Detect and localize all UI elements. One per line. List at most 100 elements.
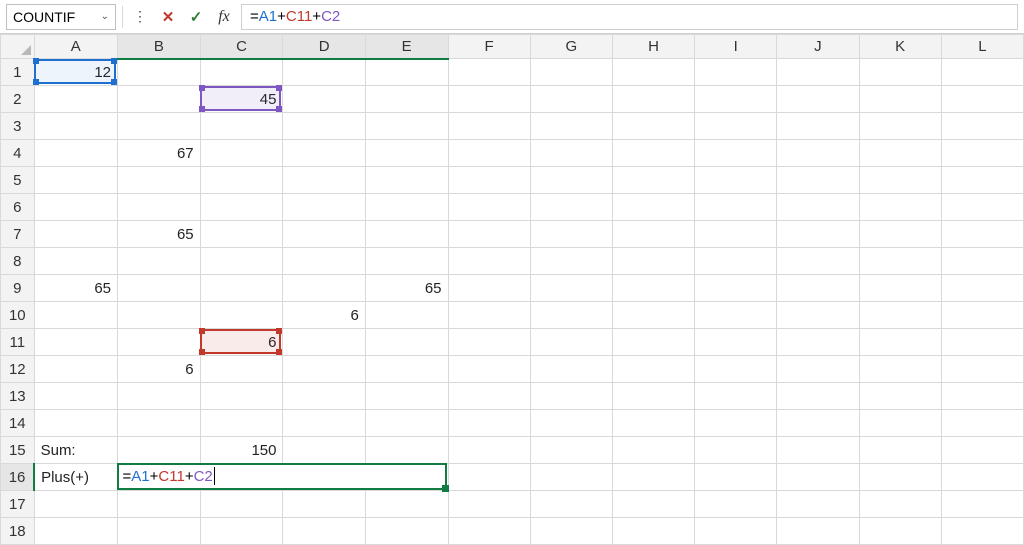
- cell-E10[interactable]: [365, 302, 448, 329]
- editing-cell[interactable]: =A1+C11+C2: [117, 463, 447, 490]
- row-header-2[interactable]: 2: [1, 86, 35, 113]
- cell-D12[interactable]: [283, 356, 365, 383]
- col-header-I[interactable]: I: [695, 35, 777, 59]
- name-box[interactable]: COUNTIF ⌄: [6, 4, 116, 30]
- cell-A1[interactable]: 12: [34, 59, 117, 86]
- row-header-11[interactable]: 11: [1, 329, 35, 356]
- cell-K13[interactable]: [859, 383, 941, 410]
- cell-G5[interactable]: [530, 167, 612, 194]
- cell-L13[interactable]: [941, 383, 1023, 410]
- cell-I11[interactable]: [695, 329, 777, 356]
- cell-A9[interactable]: 65: [34, 275, 117, 302]
- row-header-5[interactable]: 5: [1, 167, 35, 194]
- cell-D18[interactable]: [283, 518, 365, 545]
- cell-G3[interactable]: [530, 113, 612, 140]
- cell-G14[interactable]: [530, 410, 612, 437]
- cell-I8[interactable]: [695, 248, 777, 275]
- cell-D17[interactable]: [283, 491, 365, 518]
- cell-E8[interactable]: [365, 248, 448, 275]
- cell-D6[interactable]: [283, 194, 365, 221]
- cell-G16[interactable]: [530, 464, 612, 491]
- cell-H10[interactable]: [612, 302, 694, 329]
- cell-B6[interactable]: [118, 194, 201, 221]
- cell-J7[interactable]: [777, 221, 859, 248]
- cell-E15[interactable]: [365, 437, 448, 464]
- cell-G6[interactable]: [530, 194, 612, 221]
- cell-L9[interactable]: [941, 275, 1023, 302]
- cell-A17[interactable]: [34, 491, 117, 518]
- col-header-H[interactable]: H: [612, 35, 694, 59]
- cell-H12[interactable]: [612, 356, 694, 383]
- col-header-D[interactable]: D: [283, 35, 365, 59]
- cell-G12[interactable]: [530, 356, 612, 383]
- cell-A4[interactable]: [34, 140, 117, 167]
- cell-L12[interactable]: [941, 356, 1023, 383]
- more-icon[interactable]: ⋮: [129, 6, 151, 28]
- cell-I5[interactable]: [695, 167, 777, 194]
- col-header-G[interactable]: G: [530, 35, 612, 59]
- cell-F15[interactable]: [448, 437, 530, 464]
- cell-H2[interactable]: [612, 86, 694, 113]
- cell-A10[interactable]: [34, 302, 117, 329]
- cell-B5[interactable]: [118, 167, 201, 194]
- cell-J18[interactable]: [777, 518, 859, 545]
- cell-D1[interactable]: [283, 59, 365, 86]
- cell-F6[interactable]: [448, 194, 530, 221]
- cell-F14[interactable]: [448, 410, 530, 437]
- cell-C10[interactable]: [200, 302, 283, 329]
- cell-H11[interactable]: [612, 329, 694, 356]
- col-header-F[interactable]: F: [448, 35, 530, 59]
- cell-J10[interactable]: [777, 302, 859, 329]
- cell-C17[interactable]: [200, 491, 283, 518]
- cell-I13[interactable]: [695, 383, 777, 410]
- cell-I4[interactable]: [695, 140, 777, 167]
- cell-F10[interactable]: [448, 302, 530, 329]
- cell-B17[interactable]: [118, 491, 201, 518]
- row-header-17[interactable]: 17: [1, 491, 35, 518]
- cell-H9[interactable]: [612, 275, 694, 302]
- cell-G7[interactable]: [530, 221, 612, 248]
- row-header-13[interactable]: 13: [1, 383, 35, 410]
- cell-K6[interactable]: [859, 194, 941, 221]
- cell-A5[interactable]: [34, 167, 117, 194]
- cell-G18[interactable]: [530, 518, 612, 545]
- cell-B18[interactable]: [118, 518, 201, 545]
- cell-H18[interactable]: [612, 518, 694, 545]
- cell-F7[interactable]: [448, 221, 530, 248]
- col-header-L[interactable]: L: [941, 35, 1023, 59]
- cell-A8[interactable]: [34, 248, 117, 275]
- cell-G15[interactable]: [530, 437, 612, 464]
- cancel-icon[interactable]: ✕: [157, 6, 179, 28]
- cell-E3[interactable]: [365, 113, 448, 140]
- cell-J1[interactable]: [777, 59, 859, 86]
- cell-C11[interactable]: 6: [200, 329, 283, 356]
- cell-E6[interactable]: [365, 194, 448, 221]
- cell-F13[interactable]: [448, 383, 530, 410]
- cell-D7[interactable]: [283, 221, 365, 248]
- cell-A7[interactable]: [34, 221, 117, 248]
- row-header-3[interactable]: 3: [1, 113, 35, 140]
- cell-A13[interactable]: [34, 383, 117, 410]
- cell-G2[interactable]: [530, 86, 612, 113]
- cell-I1[interactable]: [695, 59, 777, 86]
- cell-K18[interactable]: [859, 518, 941, 545]
- cell-J16[interactable]: [777, 464, 859, 491]
- cell-E18[interactable]: [365, 518, 448, 545]
- cell-L5[interactable]: [941, 167, 1023, 194]
- cell-L15[interactable]: [941, 437, 1023, 464]
- cell-F9[interactable]: [448, 275, 530, 302]
- cell-K14[interactable]: [859, 410, 941, 437]
- cell-D8[interactable]: [283, 248, 365, 275]
- cell-G11[interactable]: [530, 329, 612, 356]
- cell-L17[interactable]: [941, 491, 1023, 518]
- col-header-J[interactable]: J: [777, 35, 859, 59]
- row-header-15[interactable]: 15: [1, 437, 35, 464]
- cell-E11[interactable]: [365, 329, 448, 356]
- cell-C2[interactable]: 45: [200, 86, 283, 113]
- cell-J6[interactable]: [777, 194, 859, 221]
- cell-H7[interactable]: [612, 221, 694, 248]
- cell-I14[interactable]: [695, 410, 777, 437]
- col-header-E[interactable]: E: [365, 35, 448, 59]
- cell-J3[interactable]: [777, 113, 859, 140]
- cell-A6[interactable]: [34, 194, 117, 221]
